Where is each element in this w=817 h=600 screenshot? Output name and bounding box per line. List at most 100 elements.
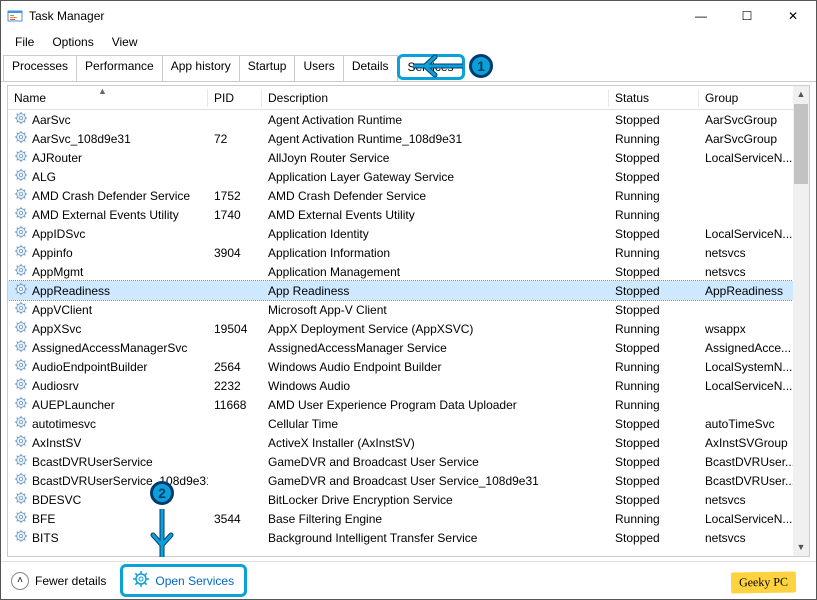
service-pid — [208, 270, 262, 274]
service-name: BcastDVRUserService — [32, 455, 153, 469]
table-row[interactable]: AppIDSvcApplication IdentityStoppedLocal… — [8, 224, 809, 243]
service-name: BcastDVRUserService_108d9e31 — [32, 474, 208, 488]
callout-1-number: 1 — [469, 54, 493, 78]
service-pid — [208, 460, 262, 464]
service-gear-icon — [14, 415, 28, 432]
service-gear-icon — [14, 339, 28, 356]
scroll-up-arrow-icon[interactable]: ▲ — [793, 86, 809, 103]
menu-file[interactable]: File — [7, 33, 42, 51]
tab-performance[interactable]: Performance — [76, 55, 163, 81]
service-description: Agent Activation Runtime — [262, 111, 609, 129]
service-pid — [208, 498, 262, 502]
table-row[interactable]: BITSBackground Intelligent Transfer Serv… — [8, 528, 809, 547]
service-pid — [208, 308, 262, 312]
maximize-button[interactable]: ☐ — [724, 1, 770, 31]
gear-icon — [133, 571, 149, 590]
table-row[interactable]: AppVClientMicrosoft App-V ClientStopped — [8, 300, 809, 319]
service-pid — [208, 536, 262, 540]
menu-view[interactable]: View — [104, 33, 146, 51]
service-pid — [208, 175, 262, 179]
service-gear-icon — [14, 282, 28, 299]
service-name: AppReadiness — [32, 284, 110, 298]
column-header-name[interactable]: Name — [8, 89, 208, 107]
service-description: AMD Crash Defender Service — [262, 187, 609, 205]
table-row[interactable]: Appinfo3904Application InformationRunnin… — [8, 243, 809, 262]
open-services-button[interactable]: Open Services — [120, 564, 247, 597]
service-name: AJRouter — [32, 151, 82, 165]
service-gear-icon — [14, 434, 28, 451]
table-row[interactable]: AppMgmtApplication ManagementStoppednets… — [8, 262, 809, 281]
service-gear-icon — [14, 187, 28, 204]
column-header-pid[interactable]: PID — [208, 89, 262, 107]
fewer-details-button[interactable]: ˄ Fewer details — [11, 572, 106, 590]
service-status: Running — [609, 130, 699, 148]
service-gear-icon — [14, 301, 28, 318]
service-status: Stopped — [609, 301, 699, 319]
tab-app-history[interactable]: App history — [162, 55, 240, 81]
menu-options[interactable]: Options — [44, 33, 101, 51]
callout-2-number: 2 — [150, 481, 174, 505]
tab-strip: Processes Performance App history Startu… — [1, 55, 816, 82]
service-description: Microsoft App-V Client — [262, 301, 609, 319]
service-gear-icon — [14, 111, 28, 128]
service-status: Stopped — [609, 491, 699, 509]
column-header-status[interactable]: Status — [609, 89, 699, 107]
table-row[interactable]: autotimesvcCellular TimeStoppedautoTimeS… — [8, 414, 809, 433]
service-gear-icon — [14, 244, 28, 261]
table-row[interactable]: AppXSvc19504AppX Deployment Service (App… — [8, 319, 809, 338]
table-row[interactable]: AarSvc_108d9e3172Agent Activation Runtim… — [8, 129, 809, 148]
service-name: BITS — [32, 531, 59, 545]
callout-1: 1 — [413, 53, 493, 79]
scroll-thumb[interactable] — [794, 104, 808, 184]
vertical-scrollbar[interactable]: ▲ ▼ — [793, 85, 810, 557]
service-name: ALG — [32, 170, 56, 184]
table-row[interactable]: BDESVCBitLocker Drive Encryption Service… — [8, 490, 809, 509]
service-name: Appinfo — [32, 246, 73, 260]
service-description: Base Filtering Engine — [262, 510, 609, 528]
table-row[interactable]: BFE3544Base Filtering EngineRunningLocal… — [8, 509, 809, 528]
service-description: Application Identity — [262, 225, 609, 243]
service-status: Stopped — [609, 225, 699, 243]
table-row[interactable]: ALGApplication Layer Gateway ServiceStop… — [8, 167, 809, 186]
service-name: AppMgmt — [32, 265, 83, 279]
tab-processes[interactable]: Processes — [3, 55, 77, 81]
close-button[interactable]: ✕ — [770, 1, 816, 31]
fewer-details-label: Fewer details — [35, 574, 106, 588]
table-row[interactable]: AssignedAccessManagerSvcAssignedAccessMa… — [8, 338, 809, 357]
tab-users[interactable]: Users — [294, 55, 343, 81]
open-services-label: Open Services — [155, 574, 234, 588]
table-row[interactable]: AUEPLauncher11668AMD User Experience Pro… — [8, 395, 809, 414]
tab-startup[interactable]: Startup — [239, 55, 296, 81]
table-row[interactable]: Audiosrv2232Windows AudioRunningLocalSer… — [8, 376, 809, 395]
table-row[interactable]: AppReadinessApp ReadinessStoppedAppReadi… — [8, 281, 809, 300]
tab-details[interactable]: Details — [343, 55, 398, 81]
service-status: Stopped — [609, 339, 699, 357]
table-row[interactable]: AMD External Events Utility1740AMD Exter… — [8, 205, 809, 224]
service-status: Stopped — [609, 168, 699, 186]
chevron-up-icon: ˄ — [11, 572, 29, 590]
table-row[interactable]: BcastDVRUserServiceGameDVR and Broadcast… — [8, 452, 809, 471]
service-description: Application Management — [262, 263, 609, 281]
service-pid — [208, 422, 262, 426]
scroll-down-arrow-icon[interactable]: ▼ — [793, 539, 809, 556]
service-gear-icon — [14, 320, 28, 337]
service-description: Application Information — [262, 244, 609, 262]
table-row[interactable]: AJRouterAllJoyn Router ServiceStoppedLoc… — [8, 148, 809, 167]
service-pid: 72 — [208, 130, 262, 148]
table-row[interactable]: AudioEndpointBuilder2564Windows Audio En… — [8, 357, 809, 376]
service-status: Running — [609, 396, 699, 414]
column-header-description[interactable]: Description — [262, 89, 609, 107]
table-body[interactable]: AarSvcAgent Activation RuntimeStoppedAar… — [8, 110, 809, 556]
minimize-button[interactable]: — — [678, 1, 724, 31]
service-gear-icon — [14, 263, 28, 280]
table-row[interactable]: AarSvcAgent Activation RuntimeStoppedAar… — [8, 110, 809, 129]
table-row[interactable]: BcastDVRUserService_108d9e31GameDVR and … — [8, 471, 809, 490]
service-name: AarSvc_108d9e31 — [32, 132, 131, 146]
service-gear-icon — [14, 225, 28, 242]
table-row[interactable]: AxInstSVActiveX Installer (AxInstSV)Stop… — [8, 433, 809, 452]
service-status: Stopped — [609, 263, 699, 281]
window-controls: — ☐ ✕ — [678, 1, 816, 31]
service-status: Running — [609, 244, 699, 262]
service-status: Stopped — [609, 529, 699, 547]
table-row[interactable]: AMD Crash Defender Service1752AMD Crash … — [8, 186, 809, 205]
